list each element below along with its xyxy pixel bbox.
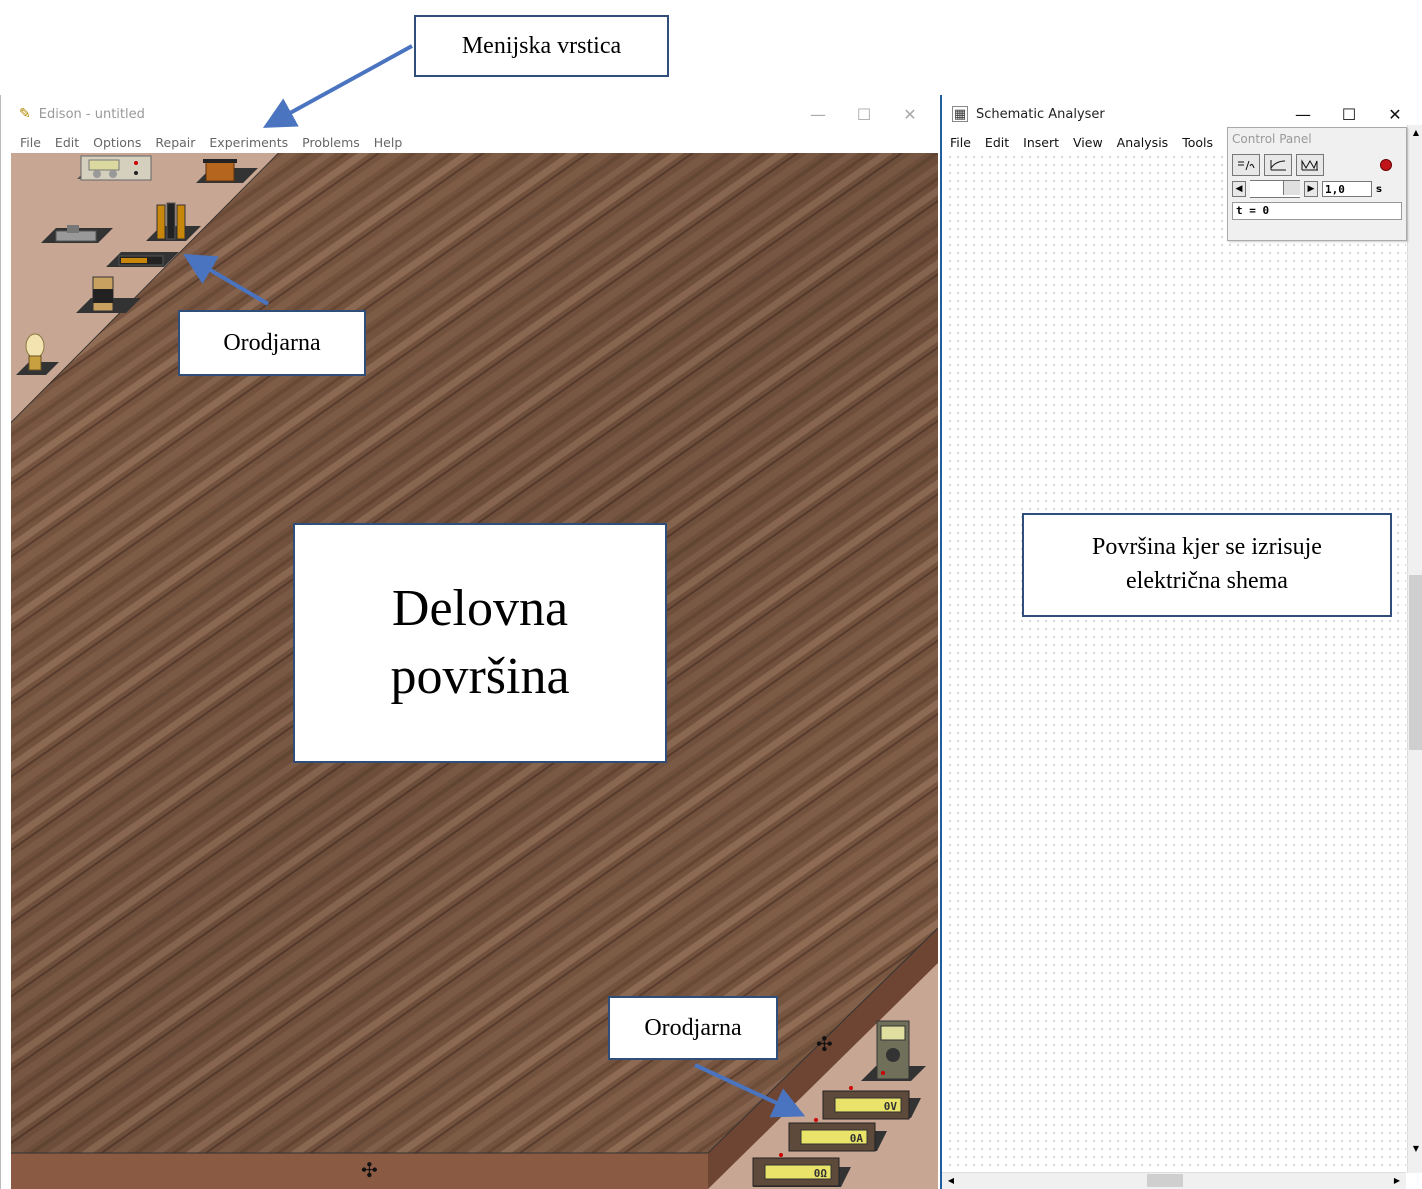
menu-edit[interactable]: Edit [48,133,86,153]
schematic-app-icon: ▦ [952,106,968,122]
callout-toolbox-top: Orodjarna [178,310,366,376]
slider-thumb[interactable] [1283,181,1300,195]
callout-schematic-area: Površina kjer se izrisuje električna she… [1022,513,1392,617]
control-panel: Control Panel ◀ ▶ 1,0 s t = 0 [1227,127,1407,241]
menu-insert[interactable]: Insert [1016,133,1066,153]
move-cursor-icon: ✣ [816,1032,833,1056]
control-panel-title: Control Panel [1232,132,1312,146]
time-readout: t = 0 [1232,202,1402,220]
menu-experiments[interactable]: Experiments [202,133,295,153]
vertical-scrollbar[interactable]: ▲ ▼ [1407,125,1422,1173]
transient-analysis-button[interactable] [1264,154,1292,176]
schematic-title: Schematic Analyser [976,106,1105,122]
menu-help[interactable]: Help [367,133,410,153]
voltmeter-icon[interactable]: 0V [822,1086,921,1120]
dc-analysis-icon [1238,160,1255,171]
menu-options[interactable]: Options [86,133,148,153]
menu-tools[interactable]: Tools [1175,133,1220,153]
transient-icon [1270,160,1286,171]
callout-workspace: Delovna površina [293,523,667,763]
edison-app-icon: ✎ [19,106,31,122]
ammeter-icon[interactable]: 0A [788,1118,887,1152]
callout-toolbox-bottom: Orodjarna [608,996,778,1060]
menu-view[interactable]: View [1066,133,1110,153]
menu-problems[interactable]: Problems [295,133,367,153]
scrollbar-thumb[interactable] [1409,575,1422,750]
voltmeter-readout: 0V [884,1100,898,1113]
edison-title: Edison - untitled [38,106,145,122]
slider-right-icon[interactable]: ▶ [1304,181,1318,197]
scroll-up-icon[interactable]: ▲ [1408,125,1422,141]
ammeter-readout: 0A [850,1132,864,1145]
power-supply-icon[interactable] [77,155,152,181]
schematic-analyser-window: ▦ Schematic Analyser — ☐ ✕ File Edit Ins… [940,95,1422,1189]
scroll-right-icon[interactable]: ▶ [1390,1173,1404,1189]
callout-menu-bar: Menijska vrstica [414,15,669,77]
speed-slider[interactable] [1250,180,1300,198]
scrollbar-thumb[interactable] [1147,1174,1183,1187]
minimize-button[interactable]: — [795,95,841,133]
edison-titlebar: ✎ Edison - untitled — ☐ ✕ [1,95,939,133]
move-cursor-icon: ✣ [361,1158,378,1182]
menu-file[interactable]: File [1,133,48,153]
ac-analysis-icon [1301,159,1318,171]
schematic-menu-bar: File Edit Insert View Analysis Tools [942,133,1220,153]
menu-edit[interactable]: Edit [978,133,1016,153]
close-button[interactable]: ✕ [887,95,933,133]
maximize-button[interactable]: ☐ [841,95,887,133]
ac-analysis-button[interactable] [1296,154,1324,176]
horizontal-scrollbar[interactable]: ◀ ▶ [942,1172,1406,1189]
edison-menu-bar: File Edit Options Repair Experiments Pro… [1,133,409,153]
ohmmeter-icon[interactable]: 0Ω [752,1153,851,1187]
menu-file[interactable]: File [942,133,978,153]
ohmmeter-readout: 0Ω [814,1167,828,1180]
slider-left-icon[interactable]: ◀ [1232,181,1246,197]
menu-analysis[interactable]: Analysis [1110,133,1176,153]
speed-unit: s [1376,183,1382,195]
workbench-front-edge [11,1153,708,1189]
schematic-canvas[interactable] [946,153,1406,1173]
scroll-down-icon[interactable]: ▼ [1408,1141,1422,1157]
dc-analysis-button[interactable] [1232,154,1260,176]
record-icon[interactable] [1380,159,1392,171]
speed-input[interactable]: 1,0 [1322,181,1372,197]
scroll-left-icon[interactable]: ◀ [944,1173,958,1189]
menu-repair[interactable]: Repair [148,133,202,153]
